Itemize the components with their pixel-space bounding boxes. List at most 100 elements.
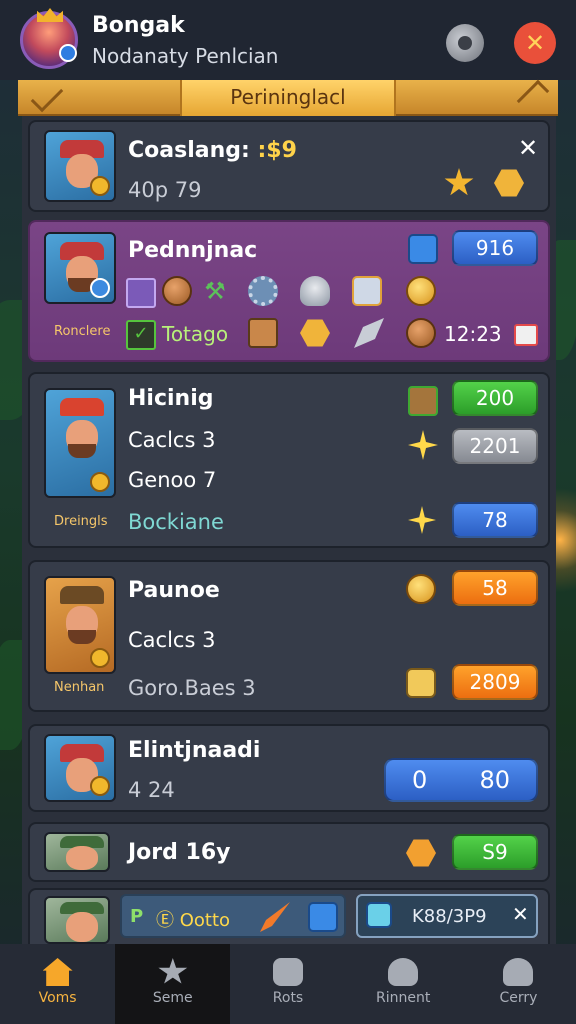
checkbox-icon[interactable]: ✓ [126,320,156,350]
value-pill[interactable]: 200 [452,380,538,416]
player-info: Bongak Nodanaty Penlcian [92,13,278,68]
list-item[interactable]: Elintjnaadi 4 24 0 80 [28,724,550,812]
nav-item-rots[interactable]: Rots [230,944,345,1024]
item-title: Pednnjnac [128,238,258,263]
hat-icon [60,586,104,604]
range-max: 80 [479,766,510,794]
crystal-icon [366,902,392,928]
close-icon[interactable]: ✕ [518,134,538,162]
scroll-icon[interactable] [126,278,156,308]
value-pill[interactable]: 916 [452,230,538,266]
item-title: Jord 16y [128,840,231,865]
coin-icon [90,648,110,668]
coin-icon [90,176,110,196]
nav-label: Cerry [499,990,538,1006]
player-avatar[interactable] [20,8,78,69]
reward-subpanel[interactable]: P Ⓔ Ootto [120,894,346,938]
beard-icon [68,630,96,644]
item-title-text: Coaslang: [128,138,250,163]
settings-icon[interactable] [446,24,484,62]
hero-label: Ronclere [54,324,111,339]
list-item-highlighted[interactable]: Ronclere Pednnjnac 916 ⚒ ✓ Totago 12:23 [28,220,550,362]
sword-icon [260,902,290,932]
badge-letter: P [130,906,144,927]
hat-icon [60,398,104,416]
gear-icon[interactable] [248,276,278,306]
item-title: Elintjnaadi [128,738,261,763]
hero-portrait [44,896,110,944]
nav-item-home[interactable]: Voms [0,944,115,1024]
hero-portrait [44,388,116,498]
gold-ore-icon[interactable] [300,319,330,347]
gold-gem-icon [494,169,524,197]
profile-icon [503,958,534,986]
value-pill[interactable]: 58 [452,570,538,606]
range-min: 0 [412,766,428,794]
coin-icon [90,472,110,492]
chest-icon[interactable] [248,318,278,348]
coin-stack-icon [406,668,436,698]
close-button[interactable]: ✕ [514,22,556,64]
orange-gem-icon [406,839,436,867]
nav-label: Seme [152,990,193,1006]
value-pill[interactable]: 2201 [452,428,538,464]
nav-item-rinnent[interactable]: Rinnent [346,944,461,1024]
hero-portrait [44,576,116,674]
crystal-icon[interactable] [352,276,382,306]
feather-icon[interactable] [354,318,384,348]
blue-cube-icon [408,234,438,264]
hero-portrait [44,734,116,802]
code-subpanel[interactable]: K88/3P9 ✕ [356,894,538,938]
list-item[interactable]: Jord 16y S9 [28,822,550,882]
value-pill[interactable]: S9 [452,834,538,870]
item-line: Goro.Baes 3 [128,676,256,700]
item-line: Genoo 7 [128,468,217,492]
chevron-right-icon [516,79,550,113]
medal-icon[interactable] [162,276,192,306]
hero-portrait [44,232,116,304]
face-icon [66,846,98,870]
hero-label: Nenhan [54,680,105,695]
list-item[interactable]: Coaslang: :$9 40p 79 ✕ [28,120,550,212]
item-subtitle: 40p 79 [128,178,202,202]
sparkle-icon [408,430,438,460]
nav-item-seme[interactable]: Seme [115,944,231,1024]
shield-badge-icon [90,278,110,298]
chevron-left-icon [30,79,64,113]
face-icon [66,912,98,942]
hero-label: Dreingls [54,514,108,529]
top-header: Bongak Nodanaty Penlcian [0,0,576,80]
group-icon [388,958,419,986]
reward-label: Totago [162,322,229,346]
list-item[interactable]: Nenhan Paunoe Caclcs 3 Goro.Baes 3 58 28… [28,560,550,712]
bronze-coin-icon[interactable] [406,318,436,348]
beard-icon [68,444,96,458]
reward-sublabel: Ⓔ Ootto [156,910,231,931]
blue-cube-icon [308,902,338,932]
helmet-icon[interactable] [300,276,330,306]
item-title: Coaslang: :$9 [128,138,297,163]
item-line: Caclcs 3 [128,428,216,452]
level-badge-icon [59,44,77,62]
wrench-icon[interactable]: ⚒ [200,276,230,306]
crate-icon [408,386,438,416]
close-icon[interactable]: ✕ [512,902,529,926]
gold-coin-icon [406,574,436,604]
nav-item-cerry[interactable]: Cerry [461,944,576,1024]
gold-coin-icon[interactable] [406,276,436,306]
bottom-nav: Voms Seme Rots Rinnent Cerry [0,944,576,1024]
player-subtitle: Nodanaty Penlcian [92,43,279,68]
code-text: K88/3P9 [412,906,487,927]
coin-icon [90,776,110,796]
value-pill[interactable]: 78 [452,502,538,538]
item-title: Hicinig [128,386,214,411]
mail-icon[interactable] [514,324,538,346]
value-pill[interactable]: 2809 [452,664,538,700]
range-pill[interactable]: 0 80 [384,758,538,802]
item-line: Caclcs 3 [128,628,216,652]
home-icon [42,958,73,986]
star-icon [444,168,474,196]
list-item[interactable]: Dreingls Hicinig Caclcs 3 Genoo 7 Bockia… [28,372,550,548]
section-banner: Perininglacl [18,79,558,116]
nav-label: Rots [272,990,304,1006]
